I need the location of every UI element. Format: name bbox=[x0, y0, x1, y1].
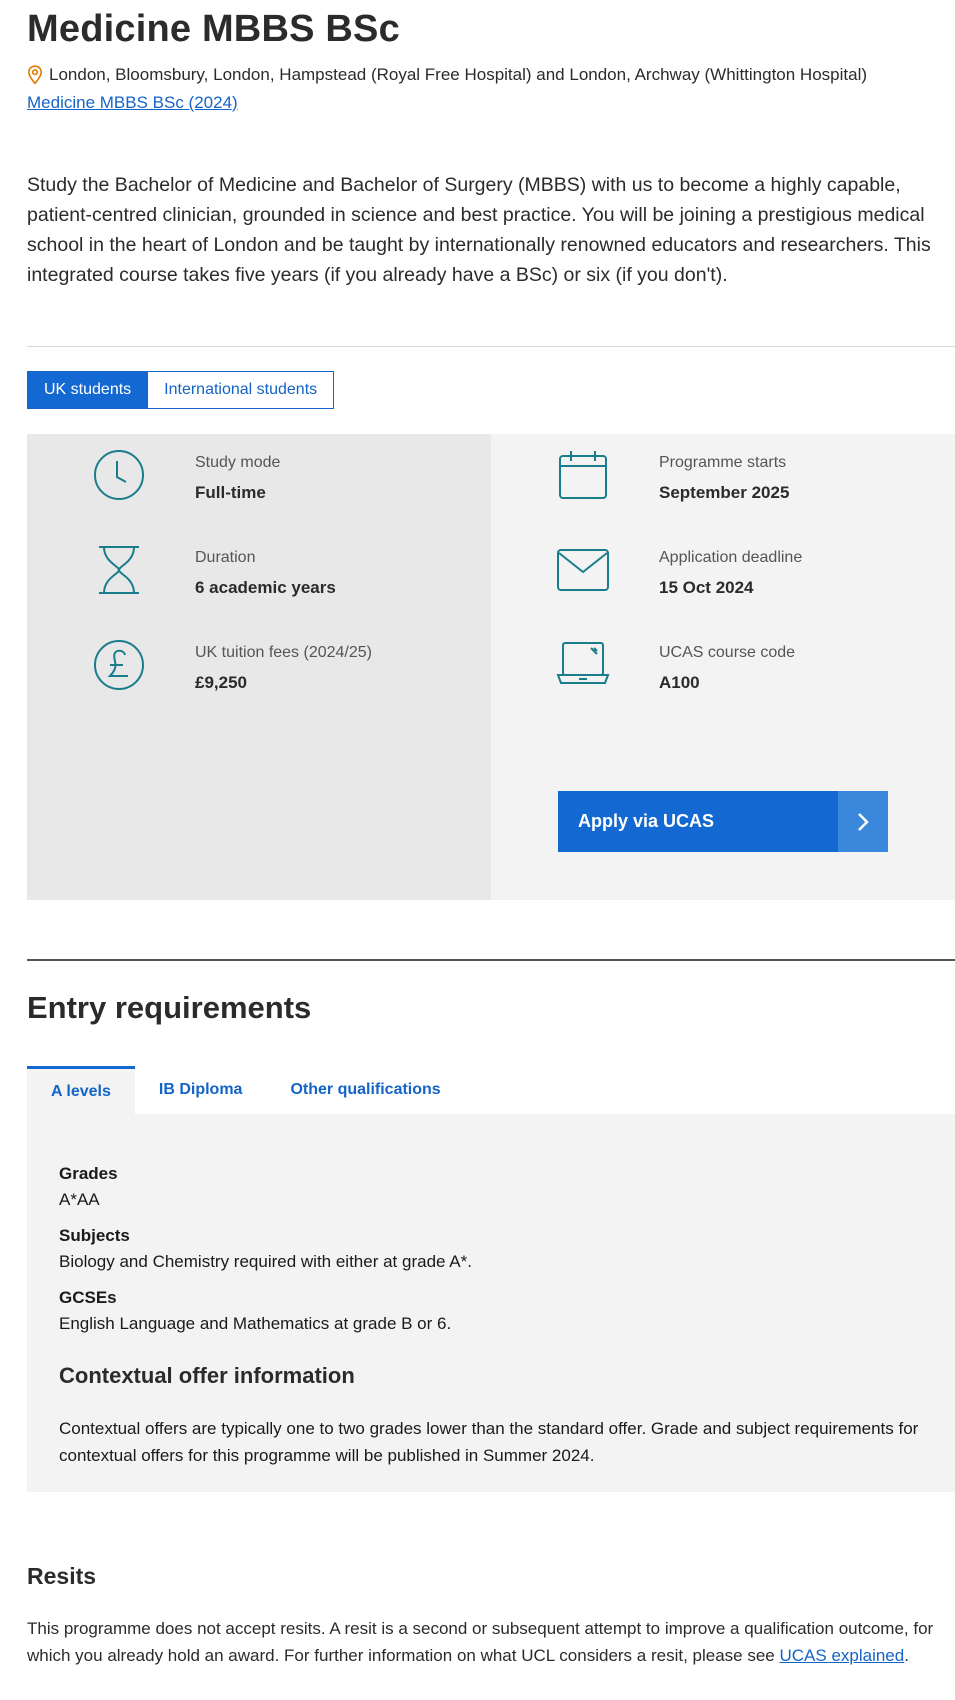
contextual-offer-heading: Contextual offer information bbox=[59, 1363, 355, 1388]
fact-label: Study mode bbox=[195, 454, 281, 471]
divider bbox=[27, 346, 955, 347]
qualification-tabs: A levels IB Diploma Other qualifications bbox=[27, 1066, 465, 1114]
resits-end: . bbox=[904, 1646, 909, 1665]
fact-duration: Duration 6 academic years bbox=[27, 542, 491, 622]
pound-icon bbox=[94, 640, 144, 690]
grades-value: A*AA bbox=[59, 1190, 100, 1209]
apply-via-ucas-button[interactable]: Apply via UCAS bbox=[558, 791, 888, 852]
fact-label: Programme starts bbox=[659, 454, 787, 471]
fact-value: 15 Oct 2024 bbox=[659, 578, 754, 597]
gcses-label: GCSEs bbox=[59, 1288, 117, 1307]
intro-paragraph: Study the Bachelor of Medicine and Bache… bbox=[27, 174, 931, 286]
fact-programme-starts: Programme starts September 2025 bbox=[491, 447, 955, 527]
entry-requirements-heading: Entry requirements bbox=[27, 990, 312, 1025]
location-text: London, Bloomsbury, London, Hampstead (R… bbox=[49, 65, 868, 84]
previous-year-link[interactable]: Medicine MBBS BSc (2024) bbox=[27, 93, 238, 113]
student-type-tabs: UK students International students bbox=[27, 371, 335, 409]
map-pin-icon bbox=[27, 65, 43, 85]
a-levels-panel: Grades A*AA Subjects Biology and Chemist… bbox=[27, 1114, 955, 1492]
grades-label: Grades bbox=[59, 1164, 118, 1183]
tab-other-qualifications[interactable]: Other qualifications bbox=[266, 1066, 464, 1114]
fact-application-deadline: Application deadline 15 Oct 2024 bbox=[491, 542, 955, 622]
fact-value: £9,250 bbox=[195, 673, 247, 692]
section-divider bbox=[27, 959, 955, 961]
fact-value: September 2025 bbox=[659, 483, 790, 502]
fact-label: Duration bbox=[195, 549, 256, 566]
chevron-right-icon bbox=[838, 791, 888, 852]
gcses-value: English Language and Mathematics at grad… bbox=[59, 1314, 452, 1333]
fact-study-mode: Study mode Full-time bbox=[27, 447, 491, 527]
tab-international-students[interactable]: International students bbox=[148, 371, 335, 409]
clock-icon bbox=[94, 450, 144, 500]
apply-button-label: Apply via UCAS bbox=[578, 811, 715, 831]
tab-uk-students[interactable]: UK students bbox=[27, 371, 149, 409]
laptop-icon bbox=[556, 642, 610, 684]
contextual-offer-text: Contextual offers are typically one to t… bbox=[59, 1419, 919, 1465]
fact-fees: UK tuition fees (2024/25) £9,250 bbox=[27, 637, 491, 717]
hourglass-icon bbox=[99, 546, 139, 594]
fact-ucas-code: UCAS course code A100 bbox=[491, 637, 955, 717]
subjects-value: Biology and Chemistry required with eith… bbox=[59, 1252, 472, 1271]
key-facts-left: Study mode Full-time Duration 6 academic… bbox=[27, 434, 491, 900]
calendar-icon bbox=[559, 451, 607, 499]
resits-text: This programme does not accept resits. A… bbox=[27, 1615, 942, 1669]
tab-ib-diploma[interactable]: IB Diploma bbox=[135, 1066, 267, 1114]
fact-value: A100 bbox=[659, 673, 700, 692]
resits-heading: Resits bbox=[27, 1563, 97, 1589]
fact-label: UCAS course code bbox=[659, 644, 796, 661]
fact-label: Application deadline bbox=[659, 549, 803, 566]
fact-value: Full-time bbox=[195, 483, 266, 502]
course-page: Medicine MBBS BSc London, Bloomsbury, Lo… bbox=[0, 0, 955, 1700]
envelope-icon bbox=[557, 549, 609, 591]
ucas-explained-link[interactable]: UCAS explained bbox=[779, 1646, 904, 1665]
tab-a-levels[interactable]: A levels bbox=[27, 1066, 135, 1114]
location: London, Bloomsbury, London, Hampstead (R… bbox=[27, 65, 867, 85]
fact-label: UK tuition fees (2024/25) bbox=[195, 644, 372, 661]
subjects-label: Subjects bbox=[59, 1226, 130, 1245]
page-title: Medicine MBBS BSc bbox=[27, 8, 400, 50]
fact-value: 6 academic years bbox=[195, 578, 336, 597]
key-facts: Study mode Full-time Duration 6 academic… bbox=[27, 434, 955, 900]
